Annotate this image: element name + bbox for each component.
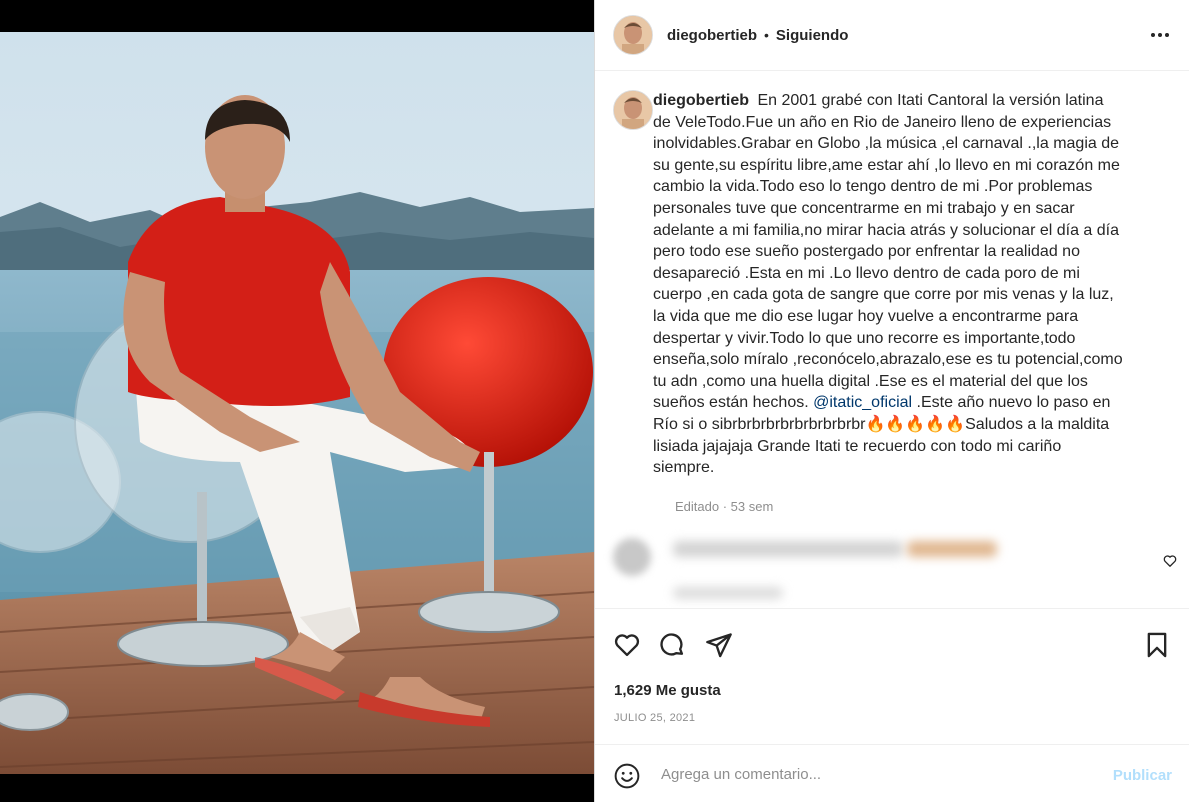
avatar[interactable] bbox=[613, 15, 653, 55]
caption: diegobertieb En 2001 grabé con Itati Can… bbox=[613, 90, 1123, 479]
post-media[interactable] bbox=[0, 0, 594, 802]
avatar[interactable] bbox=[613, 90, 653, 130]
post-details-panel: diegobertieb • Siguiendo diegobertieb En… bbox=[594, 0, 1189, 802]
blurred-comment bbox=[595, 527, 1189, 607]
post-date[interactable]: JULIO 25, 2021 bbox=[614, 712, 695, 724]
add-comment-bar: Publicar bbox=[595, 744, 1189, 802]
blurred-comment-text bbox=[673, 541, 903, 557]
save-icon[interactable] bbox=[1143, 631, 1171, 659]
publish-button[interactable]: Publicar bbox=[1113, 767, 1172, 784]
edited-timestamp: Editado · 53 sem bbox=[675, 499, 774, 514]
comment-input[interactable] bbox=[661, 759, 1101, 789]
likes-count[interactable]: 1,629 Me gusta bbox=[614, 682, 721, 699]
emoji-icon[interactable] bbox=[614, 763, 640, 789]
like-icon[interactable] bbox=[613, 631, 641, 659]
comments-section[interactable]: diegobertieb En 2001 grabé con Itati Can… bbox=[595, 72, 1189, 608]
caption-username[interactable]: diegobertieb bbox=[653, 92, 749, 109]
comment-icon[interactable] bbox=[658, 631, 686, 659]
caption-text: diegobertieb En 2001 grabé con Itati Can… bbox=[653, 90, 1123, 479]
blurred-comment-meta bbox=[673, 587, 783, 599]
header-username[interactable]: diegobertieb bbox=[667, 27, 757, 44]
more-options-icon[interactable] bbox=[1148, 23, 1172, 47]
share-icon[interactable] bbox=[705, 631, 733, 659]
post-photo bbox=[0, 32, 594, 774]
blurred-comment-text bbox=[907, 541, 997, 557]
comment-like-icon[interactable] bbox=[1163, 554, 1177, 568]
post-actions: 1,629 Me gusta JULIO 25, 2021 bbox=[595, 608, 1189, 744]
caption-mention-link[interactable]: @itatic_oficial bbox=[813, 394, 912, 411]
header-separator: • bbox=[764, 27, 769, 43]
follow-status-button[interactable]: Siguiendo bbox=[776, 27, 849, 44]
post-header: diegobertieb • Siguiendo bbox=[595, 0, 1189, 71]
post-viewer: diegobertieb • Siguiendo diegobertieb En… bbox=[0, 0, 1189, 802]
caption-body: En 2001 grabé con Itati Cantoral la vers… bbox=[653, 92, 1123, 412]
avatar bbox=[613, 538, 651, 576]
